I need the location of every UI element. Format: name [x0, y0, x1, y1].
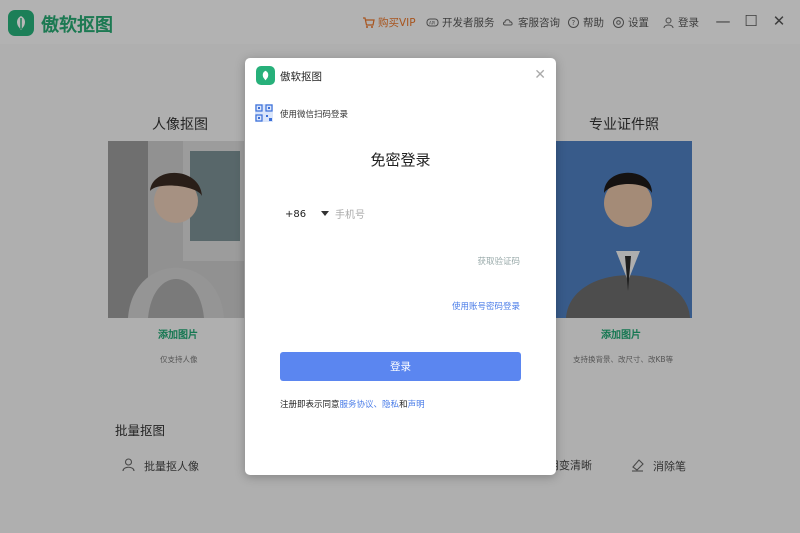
country-code-select[interactable]: +86: [285, 209, 306, 220]
password-login-link[interactable]: 使用账号密码登录: [452, 300, 520, 312]
wechat-scan-login-link[interactable]: 使用微信扫码登录: [280, 108, 348, 120]
login-submit-button[interactable]: 登录: [280, 352, 521, 381]
privacy-link[interactable]: 隐私: [382, 400, 399, 410]
password-free-login-heading: 免密登录: [370, 151, 431, 169]
phone-number-input[interactable]: [335, 205, 515, 225]
statement-link[interactable]: 声明: [408, 400, 425, 410]
modal-close-icon[interactable]: ✕: [534, 67, 546, 83]
agreement-text: 注册即表示同意服务协议、隐私和声明: [280, 398, 425, 410]
agreement-prefix: 注册即表示同意: [280, 400, 340, 410]
get-verification-code-button[interactable]: 获取验证码: [477, 255, 520, 267]
modal-logo-icon: [256, 66, 275, 85]
caret-down-icon[interactable]: [321, 211, 329, 216]
separator-text: 、: [373, 400, 383, 410]
and-text: 和: [399, 400, 408, 410]
qr-code-icon[interactable]: [255, 104, 273, 122]
login-dialog: 傲软抠图 ✕ 使用微信扫码登录 免密登录 +86 获取验证码 使用账号密码登录 …: [245, 58, 556, 475]
service-agreement-link[interactable]: 服务协议: [340, 400, 374, 410]
modal-title: 傲软抠图: [280, 71, 322, 83]
